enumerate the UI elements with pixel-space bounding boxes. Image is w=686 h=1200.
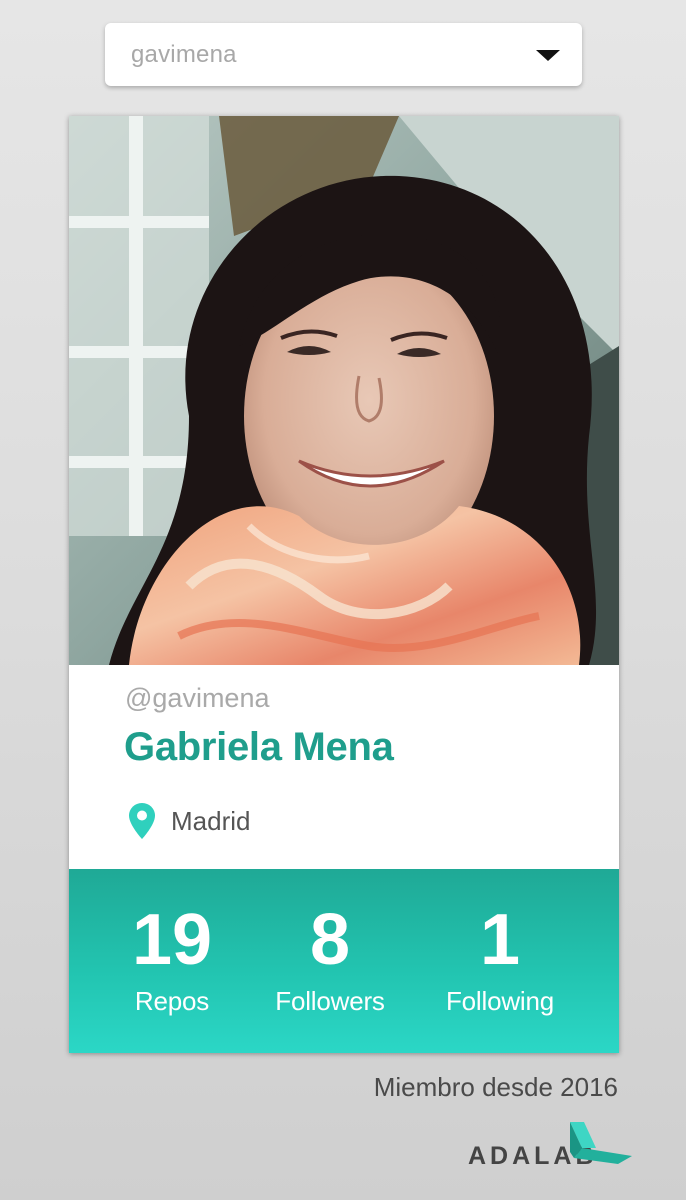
stat-following-label: Following <box>445 986 555 1016</box>
chevron-down-icon[interactable] <box>536 50 560 61</box>
stat-following-value: 1 <box>479 900 521 980</box>
stat-followers-value: 8 <box>309 900 351 980</box>
user-select-value: gavimena <box>131 41 237 68</box>
location-label: Madrid <box>171 805 251 836</box>
profile-avatar <box>69 116 619 665</box>
profile-info: @gavimena Gabriela Mena Madrid <box>69 665 619 869</box>
stat-repos: 19 Repos <box>119 902 225 1017</box>
profile-stats: 19 Repos 8 Followers 1 Following <box>69 869 619 1053</box>
profile-username: @gavimena <box>125 683 270 713</box>
map-pin-icon <box>129 803 155 839</box>
stat-followers: 8 Followers <box>265 902 395 1017</box>
adalab-logo-icon <box>570 1122 632 1164</box>
stat-followers-label: Followers <box>275 986 385 1016</box>
adalab-logo: ADALAB <box>466 1122 636 1172</box>
stat-repos-label: Repos <box>134 986 210 1016</box>
stat-following: 1 Following <box>437 902 563 1017</box>
stat-repos-value: 19 <box>131 900 213 980</box>
profile-card: @gavimena Gabriela Mena Madrid 19 Repos … <box>69 116 619 1053</box>
member-since: Miembro desde 2016 <box>373 1072 618 1102</box>
user-select[interactable]: gavimena <box>105 23 582 86</box>
profile-location: Madrid <box>129 803 250 839</box>
profile-name: Gabriela Mena <box>124 725 394 769</box>
